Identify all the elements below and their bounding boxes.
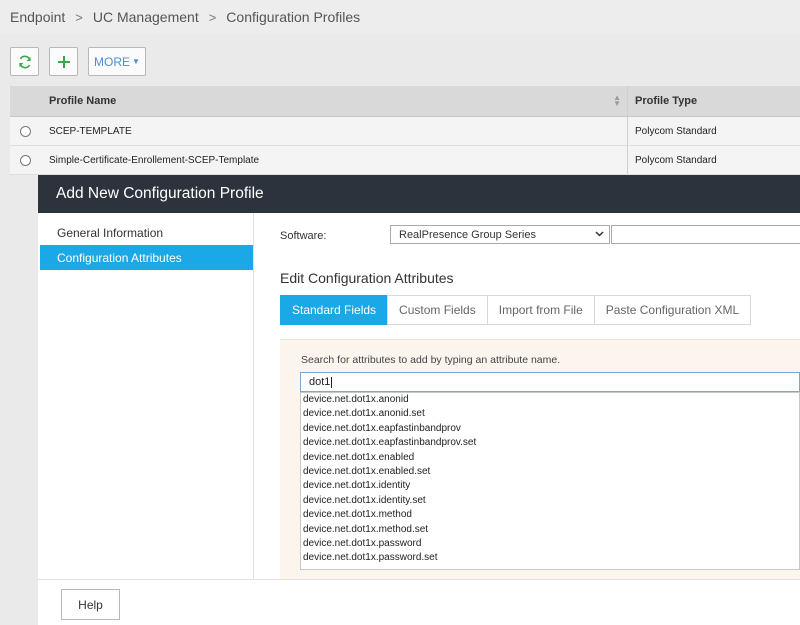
breadcrumb-uc-management[interactable]: UC Management [93, 9, 199, 25]
row-radio[interactable] [19, 125, 31, 137]
more-label: MORE [94, 54, 131, 69]
dialog-title: Add New Configuration Profile [38, 175, 800, 213]
tab-import-from-file[interactable]: Import from File [486, 295, 594, 325]
background-strip [0, 175, 38, 625]
software-label: Software: [280, 230, 327, 242]
dialog-sidebar: General Information Configuration Attrib… [40, 213, 254, 579]
text-cursor [331, 376, 333, 388]
search-hint: Search for attributes to add by typing a… [301, 354, 561, 366]
breadcrumb-configuration-profiles: Configuration Profiles [226, 9, 361, 25]
attribute-tabs: Standard Fields Custom Fields Import fro… [280, 295, 752, 325]
profiles-table: Profile Name ▲ ▼ Profile Type SCEP-TEMPLA… [10, 86, 800, 175]
breadcrumb-separator: > [75, 9, 83, 25]
suggestion-item[interactable]: device.net.dot1x.eapfastinbandprov.set [301, 436, 799, 450]
table-row[interactable]: SCEP-TEMPLATE Polycom Standard [10, 117, 800, 146]
column-header-profile-name[interactable]: Profile Name ▲ ▼ [40, 86, 628, 116]
row-radio[interactable] [19, 154, 31, 166]
suggestion-item[interactable]: device.net.dot1x.enabled.set [301, 465, 799, 479]
software-select[interactable]: RealPresence Group Series [390, 225, 610, 244]
sidebar-item-general-information[interactable]: General Information [40, 220, 253, 245]
breadcrumb: Endpoint > UC Management > Configuration… [0, 0, 800, 34]
caret-down-icon: ▼ [132, 57, 140, 66]
breadcrumb-endpoint[interactable]: Endpoint [10, 9, 65, 25]
tab-standard-fields[interactable]: Standard Fields [280, 295, 388, 325]
tab-custom-fields[interactable]: Custom Fields [387, 295, 487, 325]
help-button[interactable]: Help [61, 589, 120, 620]
suggestion-item[interactable]: device.net.dot1x.eapfastinbandprov [301, 422, 799, 436]
table-header: Profile Name ▲ ▼ Profile Type [10, 86, 800, 117]
suggestion-item[interactable]: device.net.dot1x.password.set [301, 551, 799, 565]
attribute-search-panel: Search for attributes to add by typing a… [280, 339, 800, 579]
suggestion-item[interactable]: device.net.dot1x.method.set [301, 523, 799, 537]
dialog-content: Software: RealPresence Group Series Edit… [254, 213, 800, 579]
plus-icon [57, 55, 70, 68]
search-input-value: dot1 [309, 376, 331, 388]
software-version-input[interactable] [611, 225, 800, 244]
refresh-icon [18, 55, 31, 68]
add-configuration-profile-dialog: Add New Configuration Profile General In… [38, 175, 800, 625]
dialog-footer: Help [38, 579, 800, 625]
section-title: Edit Configuration Attributes [280, 270, 454, 286]
suggestion-item[interactable]: device.net.dot1x.anonid [301, 393, 799, 407]
table-row[interactable]: Simple-Certificate-Enrollement-SCEP-Temp… [10, 146, 800, 175]
toolbar: MORE ▼ [0, 34, 800, 84]
profile-type-cell: Polycom Standard [635, 154, 717, 166]
attribute-search-input[interactable]: dot1 [300, 372, 800, 392]
add-button[interactable] [49, 47, 78, 76]
column-header-profile-type[interactable]: Profile Type [628, 86, 800, 116]
sort-icon[interactable]: ▲ ▼ [613, 94, 621, 108]
suggestion-item[interactable]: device.net.dot1x.method [301, 508, 799, 522]
profile-name-cell: SCEP-TEMPLATE [40, 117, 628, 145]
dialog-body: General Information Configuration Attrib… [38, 213, 800, 579]
refresh-button[interactable] [10, 47, 39, 76]
suggestion-item[interactable]: device.net.dot1x.password [301, 537, 799, 551]
suggestion-item[interactable]: device.net.dot1x.identity [301, 479, 799, 493]
profile-type-cell: Polycom Standard [635, 125, 717, 137]
suggestion-item[interactable]: device.net.dot1x.identity.set [301, 494, 799, 508]
chevron-down-icon [595, 229, 604, 240]
more-button[interactable]: MORE ▼ [88, 47, 146, 76]
software-selected-value: RealPresence Group Series [399, 228, 536, 241]
suggestion-item[interactable]: device.net.dot1x.enabled [301, 451, 799, 465]
sidebar-item-configuration-attributes[interactable]: Configuration Attributes [40, 245, 253, 270]
suggestion-list[interactable]: device.net.dot1x.anonid device.net.dot1x… [300, 392, 800, 570]
profile-name-cell: Simple-Certificate-Enrollement-SCEP-Temp… [40, 146, 628, 174]
breadcrumb-separator: > [208, 9, 217, 25]
suggestion-item[interactable]: device.net.dot1x.anonid.set [301, 407, 799, 421]
tab-paste-configuration-xml[interactable]: Paste Configuration XML [593, 295, 752, 325]
